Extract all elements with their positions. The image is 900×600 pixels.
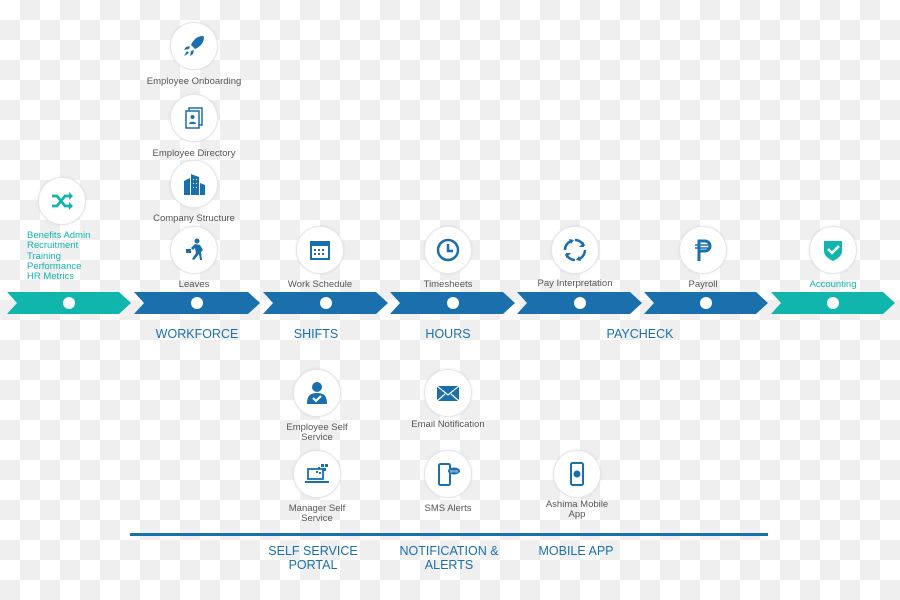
- clock-icon: [436, 238, 460, 262]
- section-paycheck: PAYCHECK: [606, 327, 674, 341]
- timeline-dot: [63, 297, 75, 309]
- node-label-payroll: Payroll: [688, 279, 718, 290]
- node-label-mobile: Ashima Mobile App: [545, 499, 609, 520]
- benefits-list: Benefits Admin Recruitment Training Perf…: [27, 230, 90, 283]
- node-accounting: [809, 226, 857, 274]
- refresh-cycle-icon: [563, 238, 587, 262]
- building-icon: [184, 174, 205, 195]
- node-directory: [170, 94, 218, 142]
- rocket-icon: [184, 36, 204, 56]
- node-label-accounting: Accounting: [809, 279, 857, 290]
- laptop-icon: [305, 464, 329, 483]
- node-payroll: [679, 226, 727, 274]
- node-leaves: [170, 226, 218, 274]
- benefits-item: HR Metrics: [27, 271, 74, 283]
- section-hours: HOURS: [425, 327, 471, 341]
- node-label-structure: Company Structure: [153, 213, 235, 224]
- directory-icon: [185, 107, 203, 129]
- node-label-directory: Employee Directory: [152, 148, 236, 159]
- timeline-dot: [191, 297, 203, 309]
- envelope-icon: [436, 385, 460, 402]
- node-label-schedule: Work Schedule: [287, 279, 353, 290]
- calendar-icon: [310, 241, 330, 260]
- section-workforce: WORKFORCE: [155, 327, 239, 341]
- node-label-timesheets: Timesheets: [423, 279, 473, 290]
- section-self-service-portal: SELF SERVICE PORTAL: [268, 544, 358, 572]
- sms-phone-icon: SMS: [438, 463, 460, 486]
- node-structure: [170, 160, 218, 208]
- node-ess: [293, 369, 341, 417]
- timeline-dot: [446, 297, 459, 309]
- node-label-email: Email Notification: [411, 419, 485, 430]
- node-timesheets: [424, 226, 472, 274]
- peso-icon: [695, 239, 712, 261]
- timeline-dot: [319, 297, 332, 309]
- node-label-mss: Manager Self Service: [288, 503, 346, 524]
- node-email: [424, 369, 472, 417]
- section-mobile-app: MOBILE APP: [538, 544, 614, 558]
- section-notification-alerts: NOTIFICATION & ALERTS: [399, 544, 499, 572]
- shield-check-icon: [824, 241, 842, 261]
- node-sms: SMS: [424, 450, 472, 498]
- node-benefits: [38, 177, 86, 225]
- node-mobile: [553, 450, 601, 498]
- node-label-ess: Employee Self Service: [286, 422, 348, 443]
- timeline-dot: [827, 297, 839, 309]
- node-mss: [293, 450, 341, 498]
- node-pay: [551, 226, 599, 274]
- node-label-sms: SMS Alerts: [424, 503, 472, 514]
- node-label-leaves: Leaves: [178, 279, 210, 290]
- user-check-icon: [307, 382, 327, 404]
- shuffle-icon: [52, 192, 73, 210]
- svg-text:SMS: SMS: [450, 469, 459, 474]
- node-label-pay: Pay Interpretation: [537, 278, 613, 289]
- mobile-chat-icon: [570, 462, 584, 486]
- timeline-dot: [573, 297, 586, 309]
- timeline-dot: [700, 297, 712, 309]
- divider-line: [130, 533, 768, 536]
- node-schedule: [296, 226, 344, 274]
- section-shifts: SHIFTS: [293, 327, 339, 341]
- node-label-onboarding: Employee Onboarding: [146, 76, 242, 87]
- node-onboarding: [170, 22, 218, 70]
- running-person-icon: [186, 238, 203, 260]
